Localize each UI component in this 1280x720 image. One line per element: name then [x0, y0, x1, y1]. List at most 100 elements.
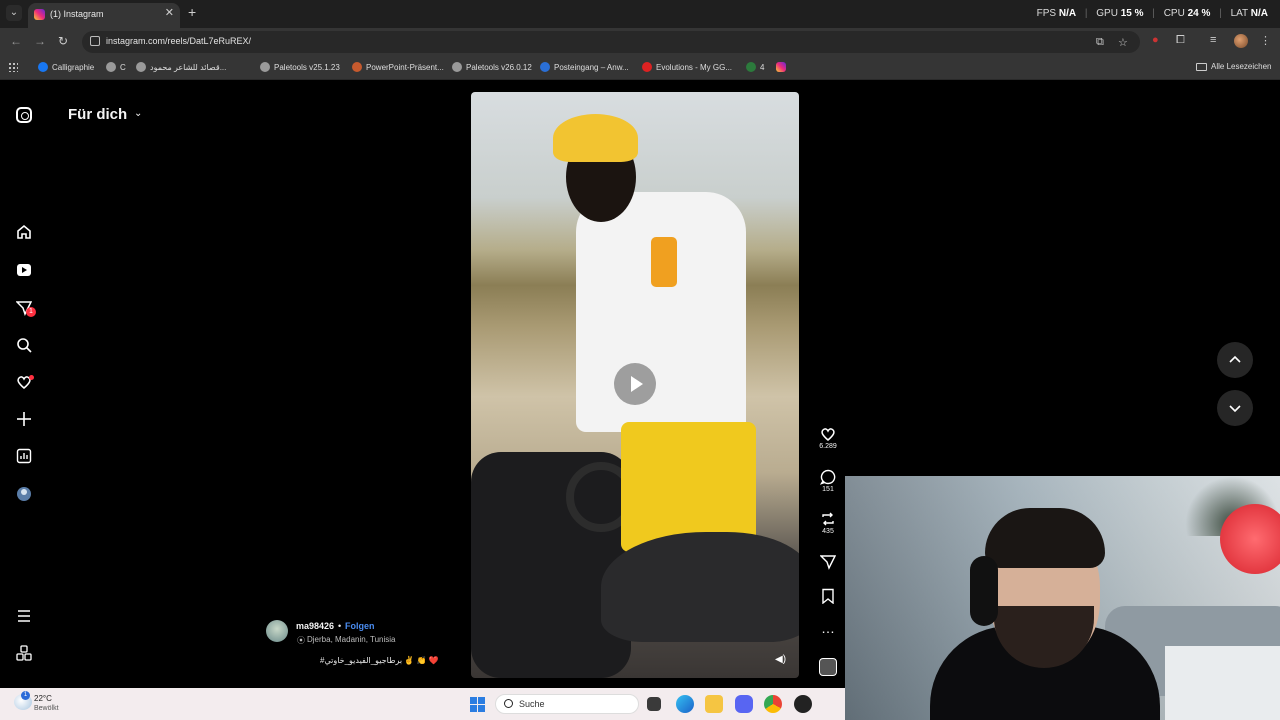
install-app-icon[interactable]: ⧉ — [1096, 36, 1104, 49]
create-plus-icon[interactable] — [14, 409, 34, 429]
author-separator: • — [338, 621, 342, 631]
url-text[interactable]: instagram.com/reels/DatL7eRuREX/ — [106, 36, 251, 46]
app-icon[interactable] — [794, 695, 812, 713]
author-username[interactable]: ma98426 — [296, 621, 334, 631]
file-explorer-icon[interactable] — [705, 695, 723, 713]
comment-action[interactable]: 151 — [812, 469, 844, 493]
address-bar[interactable]: instagram.com/reels/DatL7eRuREX/ ⧉ ☆ — [82, 31, 1140, 53]
fps-label: FPS — [1036, 8, 1057, 19]
repost-action[interactable]: 435 — [812, 511, 844, 535]
bookmark-item[interactable]: Posteingang – Anw... — [540, 62, 629, 72]
lat-label: LAT — [1230, 8, 1248, 19]
more-dots-icon[interactable]: … — [812, 621, 844, 638]
folder-icon — [1196, 62, 1207, 71]
instagram-logo-icon[interactable] — [16, 107, 32, 123]
play-icon[interactable] — [614, 363, 656, 405]
tab-close-icon[interactable]: ✕ — [165, 6, 174, 19]
reels-icon[interactable] — [14, 260, 34, 280]
media-controls-icon[interactable]: ≡ — [1210, 34, 1216, 46]
bookmark-item[interactable]: قصائد للشاعر محمود... — [136, 62, 226, 72]
bookmark-item[interactable]: 4 — [746, 62, 764, 72]
bookmark-favicon-icon — [136, 62, 146, 72]
task-view-icon[interactable] — [647, 697, 661, 711]
next-reel-button[interactable] — [1217, 390, 1253, 426]
tab-title: (1) Instagram — [50, 9, 104, 19]
like-count: 6.289 — [819, 443, 837, 450]
weather-condition[interactable]: Bewölkt — [34, 705, 59, 712]
bookmark-label: Calligraphie — [52, 62, 95, 72]
bookmark-item[interactable]: Paletools v25.1.23 — [260, 62, 340, 72]
weather-temperature[interactable]: 22°C — [34, 694, 52, 703]
heart-icon[interactable] — [812, 426, 844, 442]
new-tab-icon[interactable]: + — [188, 5, 196, 19]
bookmark-item[interactable]: Evolutions - My GG... — [642, 62, 732, 72]
chevron-down-icon[interactable]: ⌄ — [134, 108, 142, 119]
webcam-streamer — [930, 496, 1160, 720]
bookmark-label: C — [120, 62, 126, 72]
bookmark-favicon-icon — [38, 62, 48, 72]
browser-menu-icon[interactable]: ⋮ — [1260, 34, 1271, 47]
weather-badge: 1 — [21, 691, 30, 700]
home-icon[interactable] — [14, 222, 34, 242]
share-paperplane-icon[interactable] — [812, 554, 844, 570]
bookmark-star-icon[interactable]: ☆ — [1118, 36, 1128, 49]
repost-icon[interactable] — [812, 511, 844, 527]
chevron-up-icon — [1229, 355, 1241, 363]
dashboard-chart-icon[interactable] — [14, 446, 34, 466]
reload-icon[interactable]: ↻ — [58, 34, 68, 48]
all-bookmarks[interactable]: Alle Lesezeichen — [1196, 62, 1271, 71]
edge-browser-icon[interactable] — [676, 695, 694, 713]
more-menu-icon[interactable] — [14, 606, 34, 626]
bookmark-item[interactable]: C — [106, 62, 126, 72]
more-options-action[interactable]: … — [812, 621, 844, 638]
comment-count: 151 — [822, 486, 834, 493]
extension-icon[interactable]: ● — [1152, 34, 1159, 46]
bookmark-favicon-icon — [106, 62, 116, 72]
windows-start-icon[interactable] — [470, 697, 485, 712]
webcam-hair — [985, 508, 1105, 568]
location-text[interactable]: Djerba, Madanin, Tunisia — [307, 635, 396, 644]
bookmark-instagram-icon[interactable] — [776, 62, 786, 72]
volume-icon[interactable]: ◀) — [775, 654, 786, 665]
discord-icon[interactable] — [735, 695, 753, 713]
forward-icon[interactable]: → — [34, 34, 46, 48]
share-action[interactable] — [812, 554, 844, 570]
like-action[interactable]: 6.289 — [812, 426, 844, 450]
tab-search-menu-icon[interactable]: ⌄ — [6, 5, 22, 21]
bookmark-item[interactable]: Paletools v26.0.12 — [452, 62, 532, 72]
also-from-meta-icon[interactable] — [14, 643, 34, 663]
profile-avatar[interactable] — [1234, 34, 1248, 48]
bookmark-favicon-icon — [746, 62, 756, 72]
save-action[interactable] — [812, 588, 844, 605]
extensions-puzzle-icon[interactable]: ⧠ — [1176, 34, 1185, 47]
search-icon — [504, 699, 513, 708]
comment-bubble-icon[interactable] — [812, 469, 844, 485]
audio-thumbnail[interactable] — [819, 658, 837, 676]
bookmark-favicon-icon — [352, 62, 362, 72]
bookmark-item[interactable]: PowerPoint-Präsent... — [352, 62, 444, 72]
webcam-table — [1165, 646, 1280, 720]
chrome-icon[interactable] — [764, 695, 782, 713]
lat-value: N/A — [1250, 8, 1268, 19]
bookmark-label: PowerPoint-Präsent... — [366, 62, 444, 72]
reel-video[interactable]: ◀) — [471, 92, 799, 678]
cpu-value: 24 % — [1187, 8, 1211, 19]
profile-avatar-icon[interactable] — [14, 484, 34, 504]
bookmark-favicon-icon — [540, 62, 550, 72]
author-avatar[interactable] — [266, 620, 288, 642]
bookmark-icon[interactable] — [812, 588, 844, 605]
bookmark-label: قصائد للشاعر محمود... — [150, 62, 227, 72]
video-seat-shape — [601, 532, 799, 642]
tab-instagram[interactable]: (1) Instagram ✕ — [28, 3, 180, 28]
previous-reel-button[interactable] — [1217, 342, 1253, 378]
apps-grid-icon[interactable] — [8, 62, 18, 72]
bookmark-item[interactable]: Calligraphie — [38, 62, 94, 72]
feed-title[interactable]: Für dich — [68, 106, 127, 123]
taskbar-search-input[interactable]: Suche — [495, 694, 639, 714]
follow-button[interactable]: Folgen — [345, 621, 375, 631]
site-info-icon[interactable] — [90, 36, 100, 46]
back-icon[interactable]: ← — [10, 34, 22, 48]
performance-overlay: FPS N/A | GPU 15 % | CPU 24 % | LAT N/A — [1036, 8, 1268, 19]
taskbar-search-placeholder: Suche — [519, 699, 545, 709]
search-icon[interactable] — [14, 335, 34, 355]
